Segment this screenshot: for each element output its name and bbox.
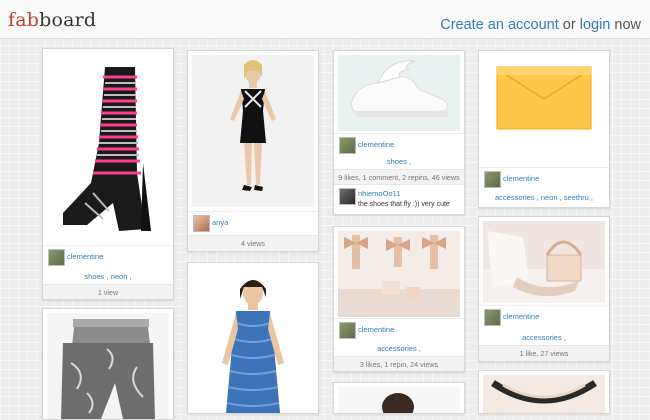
- site-logo[interactable]: fabboard: [8, 9, 96, 31]
- tag-link[interactable]: neon: [541, 193, 558, 202]
- pin-image[interactable]: [47, 53, 169, 241]
- pin-image[interactable]: [338, 231, 460, 317]
- pin-meta: anya: [188, 211, 318, 236]
- partial-image: [338, 387, 460, 413]
- pin-stats: 9 likes, 1 comment, 2 repins, 46 views: [334, 169, 464, 185]
- pin-image[interactable]: [483, 55, 605, 165]
- login-link[interactable]: login: [580, 17, 611, 33]
- user-avatar[interactable]: [339, 137, 356, 154]
- pin-tags: accessories ,: [334, 341, 464, 356]
- pin-image[interactable]: [483, 221, 605, 303]
- tag-link[interactable]: seethru: [564, 193, 589, 202]
- create-account-link[interactable]: Create an account: [440, 17, 559, 33]
- tag-link[interactable]: neon: [111, 272, 128, 281]
- pin-image[interactable]: [483, 375, 605, 413]
- pin-user-link[interactable]: clementine: [503, 174, 539, 183]
- pin-card[interactable]: clementine accessories , neon , seethru …: [478, 50, 610, 208]
- pin-stats: 3 likes, 1 repin, 24 views: [334, 356, 464, 371]
- tag-link[interactable]: accessories: [377, 344, 417, 353]
- pin-card[interactable]: [187, 262, 319, 414]
- top-bar: fabboard Create an account or login now: [0, 0, 650, 39]
- tag-link[interactable]: shoes: [387, 157, 407, 166]
- pin-meta: clementine: [43, 245, 173, 270]
- tag-link[interactable]: shoes: [84, 272, 104, 281]
- pin-image[interactable]: [192, 267, 314, 413]
- pin-card[interactable]: clementine accessories , 1 like, 27 view…: [478, 216, 610, 362]
- logo-fab: fab: [8, 9, 40, 31]
- blue-dress-image: [192, 267, 314, 413]
- pin-image[interactable]: [192, 55, 314, 207]
- pin-user-link[interactable]: clementine: [358, 325, 394, 334]
- pin-image[interactable]: [47, 313, 169, 419]
- model-dress-image: [192, 55, 314, 207]
- pin-image[interactable]: [338, 387, 460, 413]
- gift-box-image: [483, 221, 605, 303]
- commenter-avatar[interactable]: [339, 188, 356, 205]
- pin-tags: shoes ,: [334, 154, 464, 169]
- boot-image: [47, 53, 169, 241]
- pin-card[interactable]: [42, 308, 174, 420]
- pin-card[interactable]: [478, 370, 610, 414]
- commenter-link[interactable]: nhiemoOo11: [358, 189, 400, 198]
- auth-nav: Create an account or login now: [440, 17, 641, 33]
- logo-board: board: [39, 9, 97, 31]
- pin-card[interactable]: clementine shoes , neon , 1 view: [42, 48, 174, 300]
- partial-necklace-image: [483, 375, 605, 413]
- tag-link[interactable]: accessories: [495, 193, 535, 202]
- pin-tags: accessories , neon , seethru ,: [479, 190, 609, 205]
- pin-user-link[interactable]: anya: [212, 218, 228, 227]
- pin-image[interactable]: [338, 55, 460, 131]
- now-text: now: [614, 17, 641, 33]
- or-text: or: [562, 17, 576, 33]
- pin-card[interactable]: clementine accessories , 3 likes, 1 repi…: [333, 226, 465, 372]
- comment-text: the shoes that fly :)) very cute: [358, 201, 450, 208]
- user-avatar[interactable]: [484, 309, 501, 326]
- jeans-image: [47, 313, 169, 419]
- user-avatar[interactable]: [339, 322, 356, 339]
- pin-meta: clementine: [334, 318, 464, 343]
- pin-tags: shoes , neon ,: [43, 269, 173, 284]
- pin-meta: clementine: [479, 167, 609, 192]
- yellow-clutch-image: [483, 55, 605, 165]
- pin-tags: accessories ,: [479, 330, 609, 345]
- pin-user-link[interactable]: clementine: [358, 140, 394, 149]
- pin-card[interactable]: [333, 382, 465, 414]
- pin-meta: clementine: [479, 305, 609, 330]
- pin-card[interactable]: clementine shoes , 9 likes, 1 comment, 2…: [333, 50, 465, 215]
- pin-stats: 1 like, 27 views: [479, 345, 609, 361]
- user-avatar[interactable]: [193, 215, 210, 232]
- pin-comment: nhiemoOo11 the shoes that fly :)) very c…: [334, 184, 464, 213]
- bows-hands-image: [338, 231, 460, 317]
- pin-card[interactable]: anya 4 views: [187, 50, 319, 252]
- wing-sneaker-image: [338, 55, 460, 131]
- pin-stats: 1 view: [43, 284, 173, 299]
- pin-stats: 4 views: [188, 235, 318, 251]
- tag-link[interactable]: accessories: [522, 333, 562, 342]
- pin-user-link[interactable]: clementine: [67, 252, 103, 261]
- pin-user-link[interactable]: clementine: [503, 312, 539, 321]
- user-avatar[interactable]: [48, 249, 65, 266]
- user-avatar[interactable]: [484, 171, 501, 188]
